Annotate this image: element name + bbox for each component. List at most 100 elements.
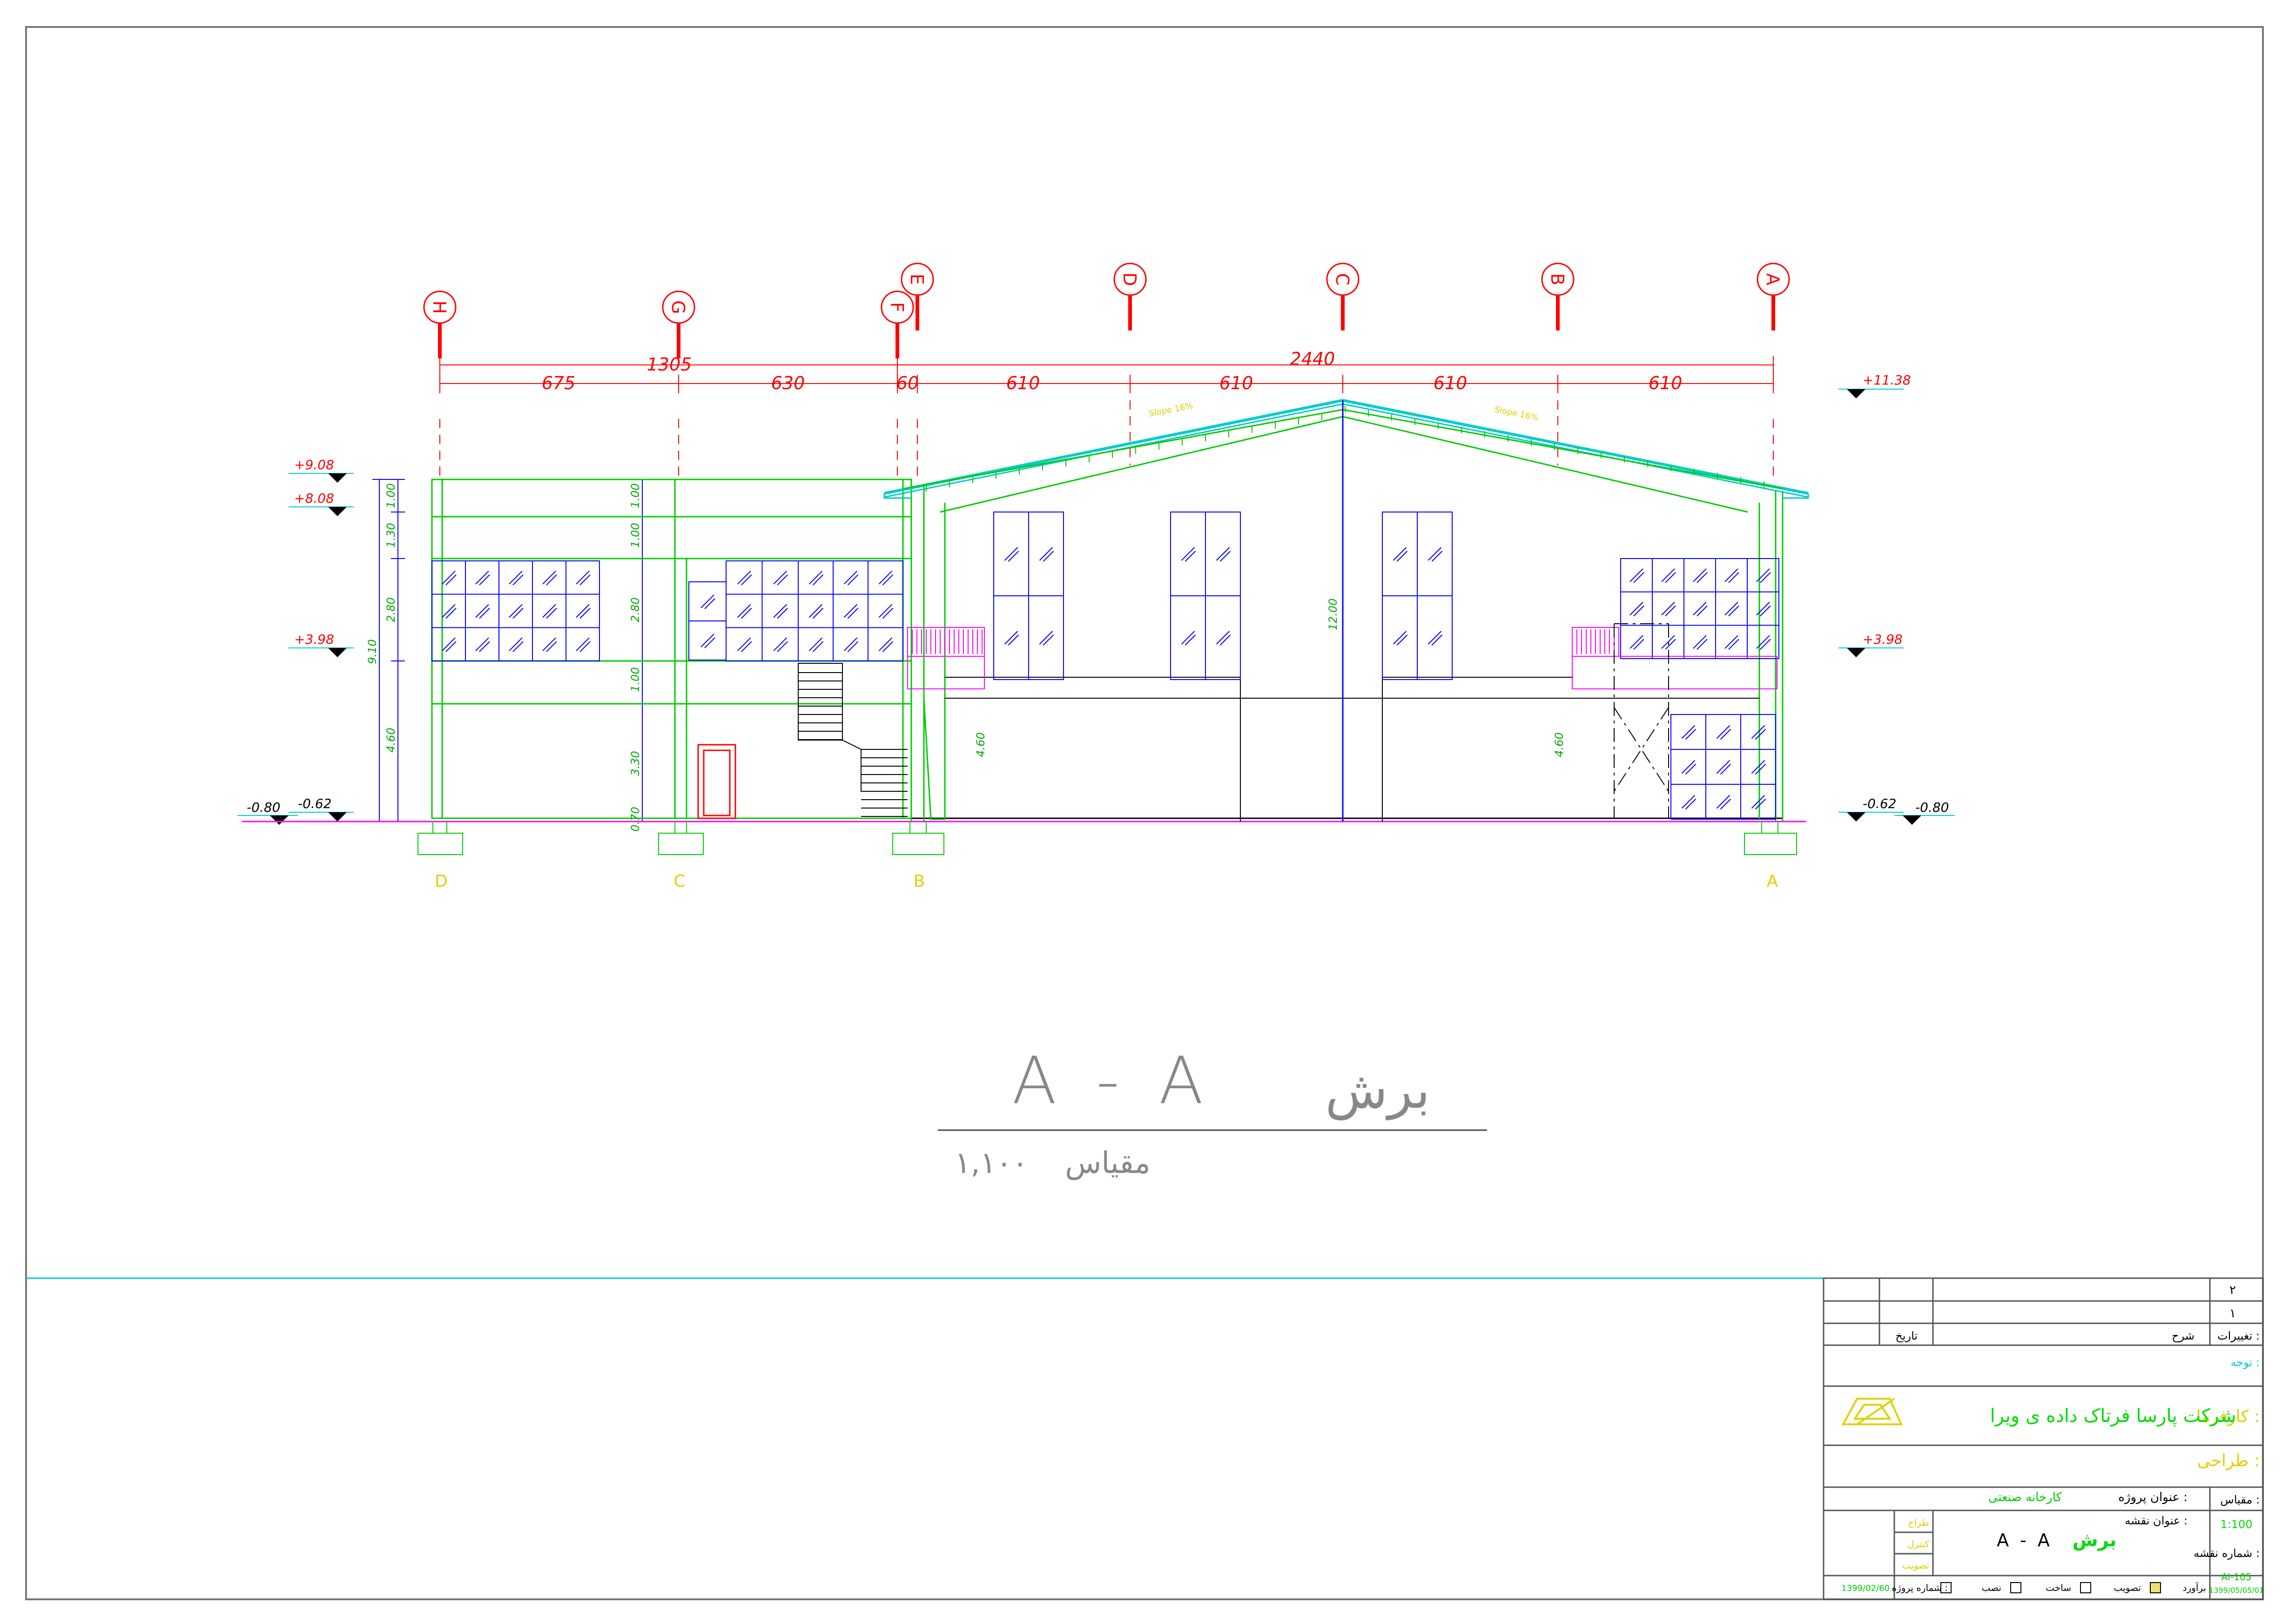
svg-text:-0.80: -0.80	[1915, 800, 1949, 815]
window-panel	[1620, 558, 1779, 659]
level-left-398: +3.98	[289, 632, 354, 657]
grid-h-label: H	[429, 301, 450, 314]
window-panel	[1170, 512, 1241, 680]
stage-3: ساخت	[2046, 1582, 2071, 1593]
desc-label: شرح	[2172, 1329, 2195, 1342]
dim-span-1: 675	[542, 373, 576, 393]
dimension-text: 1305 2440 675 630 60 610 610 610 610	[542, 349, 1683, 393]
project-title-label: عنوان پروژه :	[2118, 1490, 2188, 1504]
stage-checkbox-2	[2080, 1582, 2091, 1593]
axis-label-d: D	[435, 872, 448, 891]
project-title-value: کارخانه صنعتی	[1988, 1490, 2062, 1504]
vdim-mid-3: 2.80	[629, 597, 642, 622]
grid-labels-bottom: D C B A	[435, 872, 1778, 891]
dim-span-4: 610	[1006, 373, 1040, 393]
sheet-title-label: عنوان نقشه :	[2125, 1514, 2188, 1527]
level-markers: +9.08 +8.08 +3.98 -0.62 -0.80 +11.38 +3.…	[237, 372, 1955, 825]
svg-text:-0.62: -0.62	[298, 796, 331, 811]
dim-span-2: 630	[771, 373, 805, 393]
rev-row-2: ۲	[2229, 1283, 2236, 1297]
sheet-title-value: برش	[2072, 1530, 2116, 1551]
side-label-3: تصویب	[1902, 1560, 1929, 1571]
section-name: A - A	[1012, 1043, 1212, 1119]
level-right-1138: +11.38	[1838, 372, 1911, 398]
vertical-dimension-text: 9.10 1.00 1.30 2.80 4.60 1.00 1.00 2.80 …	[366, 483, 1566, 831]
level-left-062: -0.62	[289, 796, 354, 822]
drawing-title: A - A برش مقیاس ۱,۱۰۰	[938, 1043, 1487, 1180]
axis-label-b: B	[914, 872, 925, 891]
roof	[883, 398, 1809, 822]
door	[697, 744, 736, 819]
level-left-908: +9.08	[289, 457, 354, 483]
svg-text:+3.98: +3.98	[294, 632, 334, 647]
grid-d-label: D	[1119, 272, 1140, 286]
vertical-dimensions	[372, 479, 649, 822]
stage-2: تصویب	[2114, 1582, 2141, 1593]
window-panel	[726, 560, 799, 661]
vdim-total: 9.10	[366, 639, 379, 664]
vdim-part-2: 1.30	[384, 523, 397, 547]
scale-label-tb: مقیاس :	[2220, 1493, 2260, 1506]
vdim-mid-6: 0.70	[629, 807, 642, 831]
grid-a-label: A	[1763, 273, 1783, 285]
stage-checkbox-3	[2010, 1582, 2021, 1593]
level-left-808: +8.08	[289, 491, 354, 516]
level-right-398: +3.98	[1838, 632, 1904, 657]
dim-span-6: 610	[1434, 373, 1468, 393]
rev-row-1: ۱	[2229, 1307, 2236, 1321]
grid-g-bubble: G	[662, 290, 695, 358]
grid-c-label: C	[1332, 273, 1353, 286]
side-label-1: طراح	[1908, 1517, 1929, 1528]
grid-h-bubble: H	[423, 290, 457, 358]
slope-label-right: Slope 16%	[1494, 404, 1539, 423]
window-panel	[688, 581, 727, 660]
grid-bubbles-top: H G F E D C B A	[423, 263, 1790, 358]
scale-value: ۱,۱۰۰	[955, 1146, 1028, 1180]
grid-e-label: E	[907, 274, 927, 285]
svg-text:+8.08: +8.08	[294, 491, 334, 506]
project-no-value: 1399/02/60	[1841, 1584, 1890, 1593]
building-section: Slope 16% Slope 16%	[242, 398, 1809, 855]
notes-label: توجه :	[2231, 1356, 2260, 1369]
sheet-no-label: شماره نقشه :	[2194, 1547, 2260, 1560]
dimension-lines	[439, 356, 1774, 393]
lift-shaft	[1614, 623, 1669, 818]
date-label: تاریخ	[1895, 1329, 1918, 1342]
level-right-062: -0.62	[1838, 796, 1904, 822]
vdim-height-main: 12.00	[1326, 599, 1340, 631]
grid-b-bubble: B	[1541, 263, 1575, 330]
window-panel	[431, 560, 600, 661]
vdim-part-1: 1.00	[384, 483, 397, 508]
project-no-label: شماره پروژه :	[1892, 1582, 1948, 1594]
vdim-mid-2: 1.00	[629, 523, 642, 547]
vdim-mid-1: 1.00	[629, 483, 642, 508]
owner-value: شرکت پارسا فرتاک داده ی ویرا	[1990, 1405, 2236, 1427]
stairs	[798, 663, 908, 817]
grid-a-bubble: A	[1757, 263, 1790, 330]
svg-text:+11.38: +11.38	[1863, 372, 1911, 388]
vdim-part-4: 4.60	[384, 728, 397, 752]
dim-span-3: 60	[896, 373, 919, 393]
foundations	[417, 822, 1797, 855]
title-block-text: ۲ ۱ تغییرات : شرح تاریخ توجه : کارفرما :…	[1841, 1283, 2264, 1595]
vdim-part-3: 2.80	[384, 597, 397, 622]
slope-label-left: Slope 16%	[1148, 401, 1194, 419]
company-logo-icon	[1841, 1398, 1903, 1425]
window-panel	[993, 512, 1064, 680]
stage-checkbox-1	[2150, 1582, 2161, 1593]
vdim-height-inner-right: 4.60	[1553, 732, 1566, 757]
designer-label: طراحی :	[2197, 1451, 2260, 1470]
dim-total-right: 2440	[1290, 349, 1335, 369]
grid-c-bubble: C	[1326, 263, 1360, 330]
window-panel	[1382, 512, 1453, 680]
grid-d-bubble: D	[1113, 263, 1147, 330]
window-panel	[798, 560, 903, 661]
grid-f-label: F	[887, 302, 907, 312]
changes-label: تغییرات :	[2217, 1329, 2260, 1342]
scale-value-tb: 1:100	[2220, 1518, 2252, 1531]
svg-text:-0.62: -0.62	[1863, 796, 1896, 811]
grid-g-label: G	[668, 300, 688, 314]
dim-span-7: 610	[1649, 373, 1683, 393]
svg-text:+9.08: +9.08	[294, 457, 334, 472]
dim-total-left: 1305	[647, 354, 692, 375]
